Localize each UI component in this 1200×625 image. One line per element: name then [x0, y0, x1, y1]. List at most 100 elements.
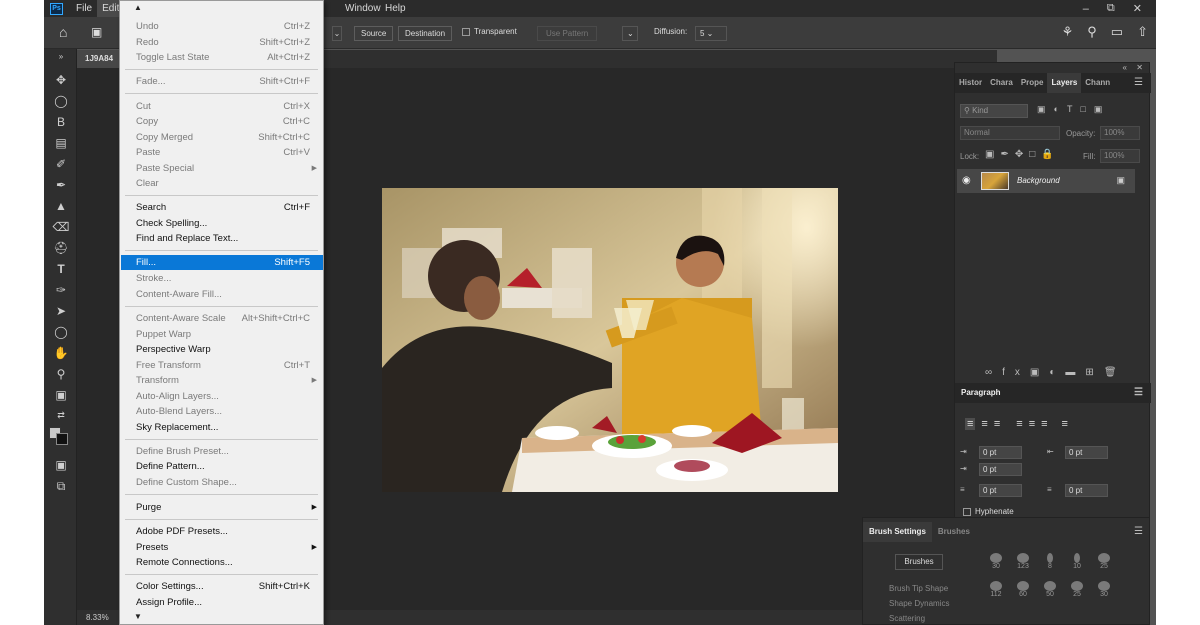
brushes-button[interactable]: Brushes [895, 554, 943, 570]
search-icon[interactable]: ⚲ [1087, 24, 1097, 40]
tab-history[interactable]: Histor [955, 73, 986, 93]
restore-icon[interactable]: ⧉ [1107, 2, 1115, 15]
opacity-field[interactable]: 100% [1100, 126, 1140, 140]
indent-left-field[interactable]: 0 pt [979, 446, 1022, 459]
brush-panel-menu-icon[interactable]: ☰ [1134, 526, 1143, 537]
new-layer-icon[interactable]: ⊞ [1085, 367, 1103, 378]
quick-mask-icon[interactable]: ▣ [52, 457, 70, 473]
workspace-icon[interactable]: ▭ [1111, 24, 1123, 40]
menu-item-stroke[interactable]: Stroke... [121, 271, 323, 286]
menu-item-content-aware-fill[interactable]: Content-Aware Fill... [121, 287, 323, 302]
menu-item-remote-connections[interactable]: Remote Connections... [121, 555, 323, 570]
first-line-indent-field[interactable]: 0 pt [979, 463, 1022, 476]
hand-tool-icon[interactable]: ✋ [52, 345, 70, 361]
menu-item-find-replace[interactable]: Find and Replace Text... [121, 231, 323, 246]
move-tool-icon[interactable]: ✥ [52, 72, 70, 88]
tab-brush-settings[interactable]: Brush Settings [863, 522, 932, 542]
brush-tip[interactable]: 8 [1039, 553, 1061, 570]
close-panel-icon[interactable]: ✕ [1136, 63, 1143, 72]
menu-item-adobe-pdf-presets[interactable]: Adobe PDF Presets... [121, 524, 323, 539]
menu-item-define-custom-shape[interactable]: Define Custom Shape... [121, 475, 323, 490]
menu-item-sky-replacement[interactable]: Sky Replacement... [121, 420, 323, 435]
adjustment-layer-icon[interactable]: ◐ [1049, 367, 1065, 378]
layer-filter-select[interactable]: ⚲ Kind [960, 104, 1028, 118]
brush-tip[interactable]: 10 [1066, 553, 1088, 570]
lasso-tool-icon[interactable]: В [52, 114, 70, 130]
brush-tip[interactable]: 123 [1012, 553, 1034, 570]
fx-icon[interactable]: fx [1002, 367, 1030, 378]
menu-item-search[interactable]: Search Ctrl+F [121, 200, 323, 215]
align-center-icon[interactable]: ≡ [981, 418, 987, 430]
menu-item-paste[interactable]: Paste Ctrl+V [121, 145, 323, 160]
destination-button[interactable]: Destination [398, 26, 453, 41]
brush-tip[interactable]: 50 [1039, 581, 1061, 598]
menu-item-cut[interactable]: Cut Ctrl+X [121, 99, 323, 114]
blend-mode-select[interactable]: Normal [960, 126, 1060, 140]
menu-item-puppet-warp[interactable]: Puppet Warp [121, 327, 323, 342]
brush-tip[interactable]: 112 [985, 581, 1007, 598]
menu-item-presets[interactable]: Presets ▶ [121, 540, 323, 555]
justify-right-icon[interactable]: ≡ [1041, 418, 1047, 430]
menu-item-auto-align-layers[interactable]: Auto-Align Layers... [121, 389, 323, 404]
zoom-tool-icon[interactable]: ⚲ [52, 366, 70, 382]
menu-item-toggle-last-state[interactable]: Toggle Last State Alt+Ctrl+Z [121, 50, 323, 65]
link-layers-icon[interactable]: ∞ [985, 367, 1002, 378]
use-pattern-button[interactable]: Use Pattern [537, 26, 598, 41]
layer-background-row[interactable]: ◉ Background ▣ [957, 169, 1135, 193]
stamp-tool-icon[interactable]: ▲ [52, 198, 70, 214]
menu-item-color-settings[interactable]: Color Settings... Shift+Ctrl+K [121, 579, 323, 594]
panel-menu-icon[interactable]: ☰ [1134, 77, 1143, 88]
pen-tool-icon[interactable]: ✑ [52, 282, 70, 298]
new-group-icon[interactable]: ▬ [1065, 367, 1085, 378]
menu-window[interactable]: Window [340, 0, 386, 17]
document-tab[interactable]: 1J9A84 [77, 50, 122, 68]
space-before-field[interactable]: 0 pt [979, 484, 1022, 497]
menu-item-define-pattern[interactable]: Define Pattern... [121, 459, 323, 474]
menu-item-transform[interactable]: Transform ▶ [121, 373, 323, 388]
add-mask-icon[interactable]: ▣ [1030, 367, 1049, 378]
justify-left-icon[interactable]: ≡ [1016, 418, 1022, 430]
brush-tip[interactable]: 60 [1012, 581, 1034, 598]
home-icon[interactable]: ⌂ [59, 25, 75, 39]
delete-layer-icon[interactable]: 🗑 [1104, 367, 1127, 378]
marquee-tool-icon[interactable]: ◯ [52, 93, 70, 109]
tab-properties[interactable]: Prope [1017, 73, 1048, 93]
menu-item-clear[interactable]: Clear [121, 176, 323, 191]
background-color-swatch[interactable] [56, 433, 68, 445]
source-button[interactable]: Source [354, 26, 394, 41]
tab-channels[interactable]: Chann [1081, 73, 1114, 93]
screen-mode-icon[interactable]: ⧉ [52, 478, 70, 494]
close-icon[interactable]: ✕ [1133, 2, 1142, 15]
paint-bucket-tool-icon[interactable]: ⛑ [52, 240, 70, 256]
paragraph-menu-icon[interactable]: ☰ [1134, 383, 1143, 403]
tab-character[interactable]: Chara [986, 73, 1017, 93]
menu-item-content-aware-scale[interactable]: Content-Aware Scale Alt+Shift+Ctrl+C [121, 311, 323, 326]
minimize-icon[interactable]: – [1083, 3, 1089, 15]
eraser-tool-icon[interactable]: ⌫ [52, 219, 70, 235]
scroll-up-arrow-icon[interactable]: ▲ [134, 3, 142, 12]
diffusion-select[interactable]: 5 ⌄ [695, 26, 727, 41]
type-tool-icon[interactable]: T [52, 261, 70, 277]
chevron-down-icon[interactable]: ⌄ [332, 26, 342, 41]
justify-all-icon[interactable]: ≡ [1062, 418, 1068, 430]
menu-item-define-brush-preset[interactable]: Define Brush Preset... [121, 444, 323, 459]
pattern-picker[interactable]: ⌄ [622, 26, 638, 41]
menu-item-auto-blend-layers[interactable]: Auto-Blend Layers... [121, 404, 323, 419]
hyphenate-checkbox[interactable] [963, 508, 971, 516]
justify-center-icon[interactable]: ≡ [1029, 418, 1035, 430]
ellipse-tool-icon[interactable]: ◯ [52, 324, 70, 340]
menu-item-assign-profile[interactable]: Assign Profile... [121, 595, 323, 610]
align-right-icon[interactable]: ≡ [994, 418, 1000, 430]
scattering-item[interactable]: Scattering [889, 614, 925, 623]
tab-layers[interactable]: Layers [1047, 73, 1082, 93]
menu-item-copy[interactable]: Copy Ctrl+C [121, 114, 323, 129]
shape-dynamics-item[interactable]: Shape Dynamics [889, 599, 949, 608]
menu-file[interactable]: File [71, 0, 97, 17]
space-after-field[interactable]: 0 pt [1065, 484, 1108, 497]
brush-tool-icon[interactable]: ✒ [52, 177, 70, 193]
menu-item-undo[interactable]: Undo Ctrl+Z [121, 19, 323, 34]
indent-right-field[interactable]: 0 pt [1065, 446, 1108, 459]
quick-selection-tool-icon[interactable]: ▤ [52, 135, 70, 151]
lock-icons[interactable]: ▣✒✥□🔒 [985, 149, 1060, 160]
menu-item-free-transform[interactable]: Free Transform Ctrl+T [121, 358, 323, 373]
